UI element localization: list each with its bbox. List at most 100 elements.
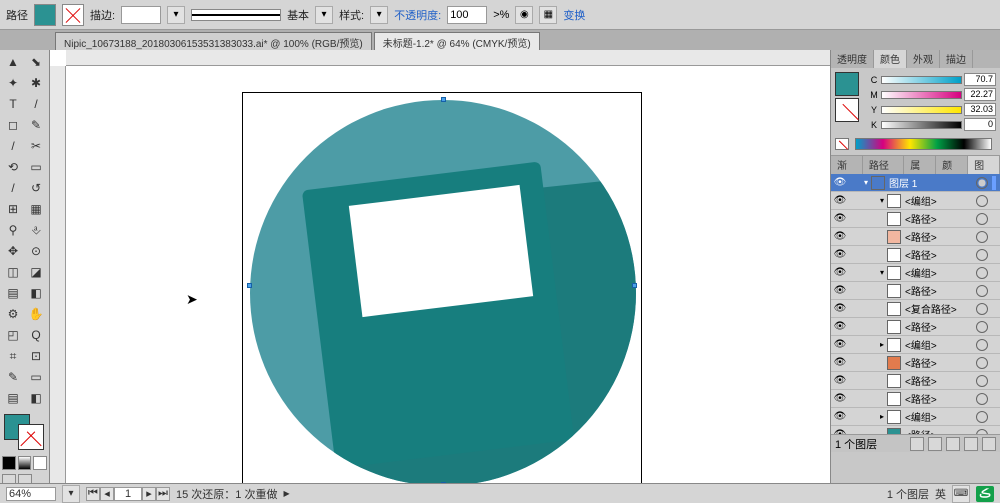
visibility-icon[interactable]: 👁	[833, 231, 847, 242]
tool-24[interactable]: ⚙	[2, 304, 24, 324]
tool-23[interactable]: ◧	[25, 283, 47, 303]
visibility-icon[interactable]: 👁	[833, 393, 847, 404]
tool-18[interactable]: ✥	[2, 241, 24, 261]
tool-6[interactable]: ◻	[2, 115, 24, 135]
tool-32[interactable]: ▤	[2, 388, 24, 408]
art-page[interactable]	[349, 185, 533, 317]
tool-31[interactable]: ▭	[25, 367, 47, 387]
tab-transparency[interactable]: 透明度	[831, 50, 874, 68]
layer-row[interactable]: 👁 <路径>	[831, 354, 1000, 372]
slider-Y[interactable]	[881, 106, 962, 114]
layer-row[interactable]: 👁 ▸ <编组>	[831, 408, 1000, 426]
zoom-input[interactable]: 64%	[6, 487, 56, 501]
visibility-icon[interactable]: 👁	[833, 303, 847, 314]
target-icon[interactable]	[976, 213, 988, 225]
color-preview[interactable]	[835, 72, 865, 132]
layer-row-top[interactable]: 👁 ▾ 图层 1	[831, 174, 1000, 192]
visibility-icon[interactable]: 👁	[833, 375, 847, 386]
tool-33[interactable]: ◧	[25, 388, 47, 408]
opacity-label[interactable]: 不透明度:	[394, 7, 441, 23]
stroke-style-dropdown[interactable]: ▾	[315, 6, 333, 24]
artboard-number[interactable]: 1	[114, 487, 142, 501]
expand-icon[interactable]: ▸	[877, 412, 887, 421]
tool-12[interactable]: /	[2, 178, 24, 198]
selection-handle[interactable]	[247, 283, 252, 288]
tab-color[interactable]: 颜色	[874, 50, 907, 68]
tool-9[interactable]: ✂	[25, 136, 47, 156]
tool-25[interactable]: ✋	[25, 304, 47, 324]
graphic-style-dropdown[interactable]: ▾	[370, 6, 388, 24]
layer-row[interactable]: 👁 <路径>	[831, 210, 1000, 228]
fill-stroke-stack[interactable]	[4, 414, 44, 450]
tool-3[interactable]: ✱	[25, 73, 47, 93]
doc-tab-2[interactable]: 未标题-1.2* @ 64% (CMYK/预览)	[374, 32, 540, 50]
zoom-dropdown-icon[interactable]: ▾	[62, 485, 80, 503]
tool-2[interactable]: ✦	[2, 73, 24, 93]
tool-11[interactable]: ▭	[25, 157, 47, 177]
spectrum-bar[interactable]	[855, 138, 992, 150]
stroke-width-stepper[interactable]: ▾	[167, 6, 185, 24]
tool-20[interactable]: ◫	[2, 262, 24, 282]
layers-tab-3[interactable]: 颜色	[936, 156, 968, 174]
expand-icon[interactable]: ▾	[877, 268, 887, 277]
art-circle[interactable]	[250, 100, 636, 486]
tool-1[interactable]: ⬊	[25, 52, 47, 72]
layer-row[interactable]: 👁 <路径>	[831, 372, 1000, 390]
visibility-icon[interactable]: 👁	[833, 195, 847, 206]
layer-row[interactable]: 👁 <路径>	[831, 426, 1000, 434]
tool-7[interactable]: ✎	[25, 115, 47, 135]
tool-5[interactable]: /	[25, 94, 47, 114]
tool-21[interactable]: ◪	[25, 262, 47, 282]
tool-19[interactable]: ⊙	[25, 241, 47, 261]
layer-row[interactable]: 👁 <路径>	[831, 228, 1000, 246]
tool-10[interactable]: ⟲	[2, 157, 24, 177]
first-artboard-icon[interactable]: ⏮	[86, 487, 100, 501]
ime-keyboard-icon[interactable]: ⌨	[952, 485, 970, 503]
canvas-area[interactable]: ➤	[50, 50, 830, 490]
visibility-icon[interactable]: 👁	[833, 177, 847, 188]
visibility-icon[interactable]: 👁	[833, 339, 847, 350]
history-play-icon[interactable]: ▶	[283, 489, 289, 498]
new-sublayer-icon[interactable]	[946, 437, 960, 451]
stroke-swatch[interactable]	[62, 4, 84, 26]
visibility-icon[interactable]: 👁	[833, 267, 847, 278]
tool-16[interactable]: ⚲	[2, 220, 24, 240]
value-Y[interactable]: 32.03	[964, 103, 996, 116]
target-icon[interactable]	[976, 303, 988, 315]
next-artboard-icon[interactable]: ▸	[142, 487, 156, 501]
target-icon[interactable]	[976, 321, 988, 333]
tab-appearance[interactable]: 外观	[907, 50, 940, 68]
layer-row[interactable]: 👁 <复合路径>	[831, 300, 1000, 318]
visibility-icon[interactable]: 👁	[833, 411, 847, 422]
visibility-icon[interactable]: 👁	[833, 249, 847, 260]
locate-object-icon[interactable]	[910, 437, 924, 451]
tool-0[interactable]: ▲	[2, 52, 24, 72]
tool-29[interactable]: ⊡	[25, 346, 47, 366]
tool-22[interactable]: ▤	[2, 283, 24, 303]
target-icon[interactable]	[976, 177, 988, 189]
target-icon[interactable]	[976, 195, 988, 207]
doc-tab-1[interactable]: Nipic_10673188_20180306153531383033.ai* …	[55, 32, 372, 50]
tab-stroke[interactable]: 描边	[940, 50, 973, 68]
target-icon[interactable]	[976, 231, 988, 243]
expand-icon[interactable]: ▸	[877, 340, 887, 349]
target-icon[interactable]	[976, 411, 988, 423]
tool-4[interactable]: T	[2, 94, 24, 114]
layer-row[interactable]: 👁 <路径>	[831, 318, 1000, 336]
tool-27[interactable]: Q	[25, 325, 47, 345]
tool-14[interactable]: ⊞	[2, 199, 24, 219]
tool-17[interactable]: ⎀	[25, 220, 47, 240]
opacity-input[interactable]	[447, 6, 487, 24]
tool-15[interactable]: ▦	[25, 199, 47, 219]
layer-row[interactable]: 👁 ▸ <编组>	[831, 336, 1000, 354]
tool-30[interactable]: ✎	[2, 367, 24, 387]
layer-row[interactable]: 👁 ▾ <编组>	[831, 264, 1000, 282]
target-icon[interactable]	[976, 375, 988, 387]
visibility-icon[interactable]: 👁	[833, 321, 847, 332]
target-icon[interactable]	[976, 267, 988, 279]
tool-13[interactable]: ↺	[25, 178, 47, 198]
slider-M[interactable]	[881, 91, 962, 99]
tool-28[interactable]: ⌗	[2, 346, 24, 366]
none-mode-icon[interactable]	[33, 456, 47, 470]
target-icon[interactable]	[976, 357, 988, 369]
